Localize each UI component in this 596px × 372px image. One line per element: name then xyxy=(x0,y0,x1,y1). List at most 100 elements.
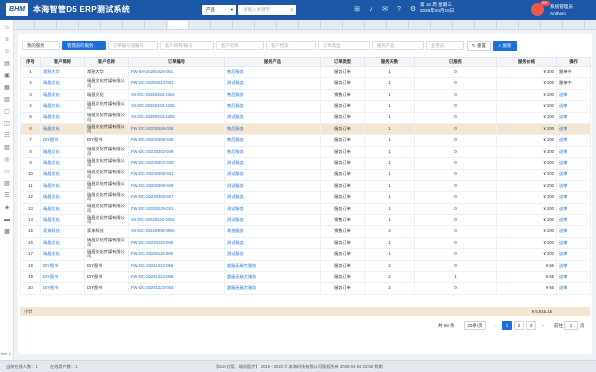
short-value[interactable]: DIY图书 xyxy=(43,137,58,142)
short-value[interactable]: 瑞昌文化 xyxy=(43,171,60,177)
col-customer-name-header[interactable]: 客户名称 xyxy=(84,57,129,67)
cell-product[interactable]: 售后服务 xyxy=(224,134,321,147)
cell-product[interactable]: 售后服务 xyxy=(224,145,321,159)
product-value[interactable]: 售后服务 xyxy=(227,126,244,131)
tab-item[interactable] xyxy=(256,21,277,29)
cell-short[interactable]: 瑞昌文化 xyxy=(40,236,85,250)
cell-short[interactable]: 瑞昌文化 xyxy=(40,157,85,170)
cell-short[interactable]: DIY图书 xyxy=(40,134,85,147)
table-row[interactable]: 7 DIY图书 DIY图书 FW-DC-20230306-035 售后服务 服务订单 1 0 ¥… xyxy=(20,134,591,147)
product-value[interactable]: 测试服务 xyxy=(227,251,244,256)
cell-product[interactable]: 其他服务 xyxy=(224,225,321,238)
settings-icon[interactable]: ⚙ xyxy=(408,4,418,15)
product-value[interactable]: 其他服务 xyxy=(227,228,244,234)
op-value[interactable]: 送审 xyxy=(559,206,567,211)
table-row[interactable]: 10 瑞昌文化 瑞昌文化传媒有限公司 FW-DC-20230306-031 测试服务 服务… xyxy=(20,168,591,181)
cell-product[interactable]: 测试服务 xyxy=(224,191,321,204)
menu-icon[interactable]: ≡ xyxy=(2,36,12,44)
service-icon[interactable]: ◎ xyxy=(2,156,12,164)
prev-page-icon[interactable]: ‹ xyxy=(490,321,500,330)
cell-product[interactable]: 测试服务 xyxy=(224,179,321,193)
short-value[interactable]: 瑞昌文化 xyxy=(43,103,60,108)
cell-op[interactable]: 送审 xyxy=(556,248,591,261)
short-value[interactable]: 瑞昌文化 xyxy=(43,92,60,97)
order-value[interactable]: FW-DC-20230225-021 xyxy=(131,206,173,211)
op-value[interactable]: 送审 xyxy=(559,103,567,108)
table-row[interactable]: 17 瑞昌文化 瑞昌文化传媒有限公司 FW-DC-20230119-006 测试服务 服务… xyxy=(20,248,591,261)
cell-op[interactable]: 送审 xyxy=(556,282,591,295)
product-value[interactable]: 测试服务 xyxy=(227,80,244,85)
order-value[interactable]: FW-DC-20241223-056 xyxy=(131,263,173,268)
product-value[interactable]: 超级无敌大服务 xyxy=(227,285,256,291)
table-row[interactable]: 3 瑞昌文化 瑞昌文化 XS-DC-20250423-1264 售后服务 销售订单 1 0 ¥ … xyxy=(20,88,591,102)
goto-input[interactable]: 1 xyxy=(564,321,578,330)
col-order-type-header[interactable]: 订单类型 xyxy=(320,57,365,67)
cell-short[interactable]: 瑞昌文化 xyxy=(40,77,85,90)
tab-item[interactable] xyxy=(520,21,541,29)
product-value[interactable]: 测试服务 xyxy=(227,240,244,245)
col-service-product-header[interactable]: 服务产品 xyxy=(224,57,321,67)
page-2[interactable]: 2 xyxy=(514,321,524,330)
cell-product[interactable]: 测试服务 xyxy=(224,248,321,261)
header-search-input[interactable]: 请输入关键字 ⌕ xyxy=(238,5,296,15)
cell-short[interactable]: DIY图书 xyxy=(40,282,85,295)
document-icon[interactable]: ▤ xyxy=(2,60,12,68)
op-value[interactable]: 送审 xyxy=(559,251,567,256)
short-value[interactable]: 瑞昌文化 xyxy=(43,126,60,131)
service-product-select[interactable]: 服务产品 xyxy=(372,41,424,50)
cell-product[interactable]: 超级无敌大服务 xyxy=(224,259,321,273)
cell-order[interactable]: FW-DC-20230306-031 xyxy=(128,168,225,181)
product-value[interactable]: 测试服务 xyxy=(227,194,244,199)
product-value[interactable]: 测试服务 xyxy=(227,183,244,188)
col-service-days-header[interactable]: 服务天数 xyxy=(364,57,415,67)
op-value[interactable]: 送审 xyxy=(559,285,567,291)
cell-order[interactable]: FW-DC-20230306-036 xyxy=(128,122,225,136)
product-value[interactable]: 售后服务 xyxy=(227,149,244,154)
cell-product[interactable]: 测试服务 xyxy=(224,214,321,227)
table-row[interactable]: 8 瑞昌文化 瑞昌文化传媒有限公司 FW-DC-20230302-049 售后服务 服务订… xyxy=(20,145,591,159)
short-value[interactable]: 瑞昌文化 xyxy=(43,251,60,256)
order-value[interactable]: FW-DC-20241223-054 xyxy=(131,285,173,291)
cell-short[interactable]: 瑞昌文化 xyxy=(40,168,85,181)
cell-order[interactable]: XS-DC-20250423-1264 xyxy=(128,111,225,124)
tab-item[interactable] xyxy=(146,21,167,29)
order-type-select[interactable]: 订单类型 xyxy=(318,41,370,50)
table-row[interactable]: 20 DIY图书 DIY图书 FW-DC-20241223-054 超级无敌大服务 服务订… xyxy=(20,282,591,295)
table-row[interactable]: 13 瑞昌文化 瑞昌文化传媒有限公司 FW-DC-20230225-021 测试服务 服务… xyxy=(20,202,591,216)
col-customer-short-header[interactable]: 客户简称 xyxy=(40,57,85,67)
tab-item[interactable] xyxy=(498,21,519,29)
tab-item[interactable] xyxy=(168,21,189,29)
product-value[interactable]: 售后服务 xyxy=(227,103,244,108)
table-row[interactable]: 12 瑞昌文化 瑞昌文化传媒有限公司 FW-DC-20230303-027 测试服务 服务… xyxy=(20,191,591,204)
cell-order[interactable]: FW-DC-20241223-055 xyxy=(128,271,225,284)
cell-product[interactable]: 售后服务 xyxy=(224,65,321,79)
cell-short[interactable]: 家来科技 xyxy=(40,225,85,238)
tab-item[interactable] xyxy=(476,21,497,29)
tab-item[interactable] xyxy=(432,21,453,29)
cell-order[interactable]: FW-DC-20230306-035 xyxy=(128,134,225,147)
order-value[interactable]: XS-DC-20250423-1264 xyxy=(131,92,175,97)
table-row[interactable]: 15 家来科技 家来科技 XS-DC-20240906-0654 其他服务 销售订单 3 0 ¥… xyxy=(20,225,591,238)
op-value[interactable]: 送审 xyxy=(559,171,567,177)
cell-product[interactable]: 超级无敌大服务 xyxy=(224,282,321,295)
cell-product[interactable]: 测试服务 xyxy=(224,157,321,170)
order-value[interactable]: XS-DC-20240906-0654 xyxy=(131,228,175,234)
chart-icon[interactable]: ▥ xyxy=(2,96,12,104)
table-row[interactable]: 4 瑞昌文化 瑞昌文化传媒有限公司 XS-DC-20250423-1265 售后服务 服务… xyxy=(20,100,591,113)
cell-order[interactable]: FW-DC-20230225-021 xyxy=(128,202,225,216)
short-value[interactable]: 家来科技 xyxy=(43,228,60,234)
notice-icon[interactable]: ⊞ xyxy=(352,4,362,15)
col-service-price-header[interactable]: 服务价格 xyxy=(496,57,557,67)
cell-short[interactable]: 瑞昌文化 xyxy=(40,145,85,159)
cell-op[interactable]: 送审 xyxy=(556,271,591,284)
user-icon[interactable]: ☺ xyxy=(2,48,12,56)
short-value[interactable]: 瑞昌文化 xyxy=(43,217,60,222)
short-value[interactable]: 瑞昌文化 xyxy=(43,206,60,211)
order-number-input[interactable]: 订单编号或编号 xyxy=(108,41,158,50)
table-row[interactable]: 16 瑞昌文化 瑞昌文化传媒有限公司 FW-DC-20230119-009 测试服务 服务… xyxy=(20,236,591,250)
cell-product[interactable]: 售后服务 xyxy=(224,88,321,102)
grid-icon[interactable]: ▩ xyxy=(2,228,12,236)
order-value[interactable]: FW-DC-20230306-035 xyxy=(131,137,173,142)
op-value[interactable]: 送审 xyxy=(559,137,567,142)
search-icon[interactable]: ⌕ xyxy=(290,5,293,15)
